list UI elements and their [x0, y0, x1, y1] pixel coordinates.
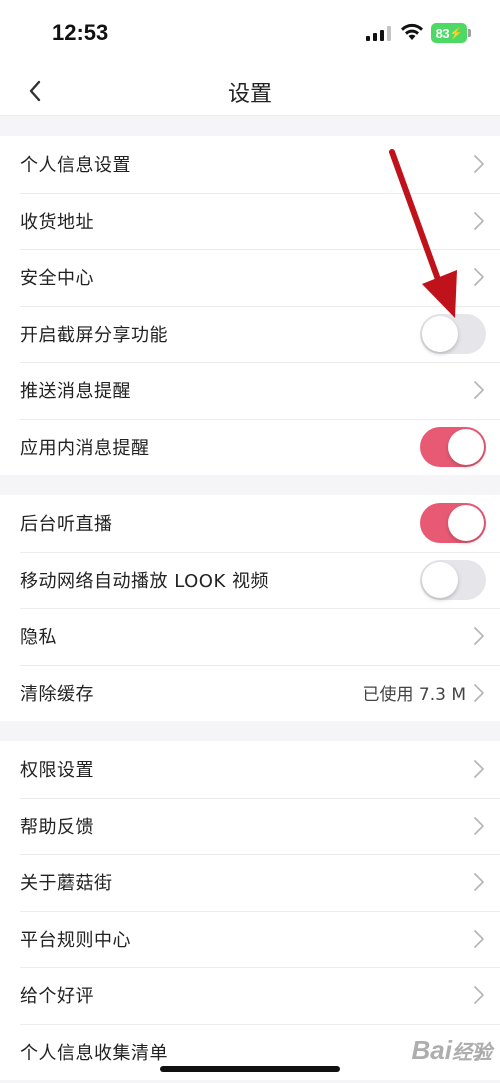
watermark-logo: Bai经验	[411, 1035, 492, 1065]
settings-row[interactable]: 推送消息提醒	[0, 362, 500, 419]
row-accessory	[420, 503, 486, 544]
row-accessory	[472, 153, 486, 175]
chevron-right-icon	[474, 683, 484, 702]
row-accessory	[472, 871, 486, 893]
row-accessory	[472, 266, 486, 288]
row-label: 安全中心	[20, 268, 94, 290]
row-label: 平台规则中心	[20, 929, 131, 951]
toggle-switch[interactable]	[420, 503, 486, 544]
toggle-knob	[422, 315, 458, 352]
row-accessory	[420, 559, 486, 600]
battery-level: 83	[435, 25, 450, 41]
section-gap	[0, 721, 500, 741]
toggle-switch[interactable]	[420, 426, 486, 467]
row-label: 移动网络自动播放 LOOK 视频	[20, 570, 269, 592]
row-accessory	[472, 984, 486, 1006]
settings-row[interactable]: 隐私	[0, 608, 500, 665]
settings-row[interactable]: 帮助反馈	[0, 797, 500, 855]
settings-list: 个人信息设置 收货地址 安全中心 开启截屏分享功能 推送消息提醒 应用内消息提醒 后台听直播…	[0, 116, 500, 1080]
settings-group-2: 后台听直播移动网络自动播放 LOOK 视频 隐私清除缓存 已使用 7.3 M	[0, 495, 500, 721]
settings-row[interactable]: 个人信息设置	[0, 136, 500, 193]
row-label: 隐私	[20, 627, 57, 649]
page-title: 设置	[227, 82, 272, 107]
wifi-icon	[401, 23, 423, 40]
row-accessory	[472, 210, 486, 232]
chevron-right-icon	[474, 873, 484, 892]
row-label: 个人信息收集清单	[20, 1042, 168, 1064]
settings-row: 应用内消息提醒	[0, 418, 500, 476]
row-label: 收货地址	[20, 211, 94, 233]
chevron-right-icon	[474, 760, 484, 779]
row-accessory: 已使用 7.3 M	[362, 680, 486, 705]
settings-row: 后台听直播	[0, 495, 500, 552]
chevron-right-icon	[474, 816, 484, 835]
cellular-signal-icon	[366, 26, 391, 41]
settings-row[interactable]: 给个好评	[0, 967, 500, 1024]
chevron-right-icon	[474, 155, 484, 174]
chevron-right-icon	[474, 268, 484, 287]
row-accessory	[420, 313, 486, 354]
toggle-knob	[448, 428, 484, 465]
home-indicator[interactable]	[160, 1066, 340, 1072]
row-label: 权限设置	[20, 760, 94, 782]
battery-icon: 83 ⚡	[431, 23, 467, 43]
row-accessory	[472, 625, 486, 647]
settings-row[interactable]: 关于蘑菇街	[0, 854, 500, 911]
settings-row[interactable]: 安全中心	[0, 249, 500, 306]
chevron-right-icon	[474, 627, 484, 646]
settings-row: 开启截屏分享功能	[0, 305, 500, 363]
battery-tip	[468, 29, 471, 37]
section-gap	[0, 475, 500, 495]
row-accessory	[420, 426, 486, 467]
settings-row[interactable]: 收货地址	[0, 192, 500, 250]
row-value: 已使用 7.3 M	[362, 685, 466, 706]
toggle-switch[interactable]	[420, 313, 486, 354]
status-bar: 12:53 83 ⚡	[0, 0, 500, 66]
chevron-right-icon	[474, 986, 484, 1005]
row-label: 后台听直播	[20, 514, 113, 536]
row-label: 应用内消息提醒	[20, 437, 150, 459]
section-gap	[0, 116, 500, 136]
row-label: 给个好评	[20, 986, 94, 1008]
nav-bar: 设置	[0, 66, 500, 116]
settings-row: 移动网络自动播放 LOOK 视频	[0, 551, 500, 609]
row-label: 关于蘑菇街	[20, 873, 113, 895]
chevron-right-icon	[474, 211, 484, 230]
row-label: 清除缓存	[20, 683, 94, 705]
row-accessory	[472, 758, 486, 780]
toggle-knob	[422, 561, 458, 598]
settings-group-1: 个人信息设置 收货地址安全中心开启截屏分享功能 推送消息提醒 应用内消息提醒	[0, 136, 500, 475]
row-accessory	[472, 815, 486, 837]
toggle-knob	[448, 505, 484, 542]
settings-row[interactable]: 清除缓存 已使用 7.3 M	[0, 664, 500, 722]
toggle-switch[interactable]	[420, 559, 486, 600]
settings-row[interactable]: 平台规则中心	[0, 910, 500, 968]
settings-group-3: 权限设置帮助反馈关于蘑菇街平台规则中心 给个好评个人信息收集清单	[0, 741, 500, 1080]
status-time: 12:53	[52, 20, 109, 45]
row-accessory	[472, 379, 486, 401]
row-label: 推送消息提醒	[20, 381, 131, 403]
chevron-right-icon	[474, 381, 484, 400]
chevron-right-icon	[474, 929, 484, 948]
row-label: 个人信息设置	[20, 155, 131, 177]
row-label: 开启截屏分享功能	[20, 324, 168, 346]
row-accessory	[472, 928, 486, 950]
row-label: 帮助反馈	[20, 816, 94, 838]
settings-row[interactable]: 权限设置	[0, 741, 500, 798]
